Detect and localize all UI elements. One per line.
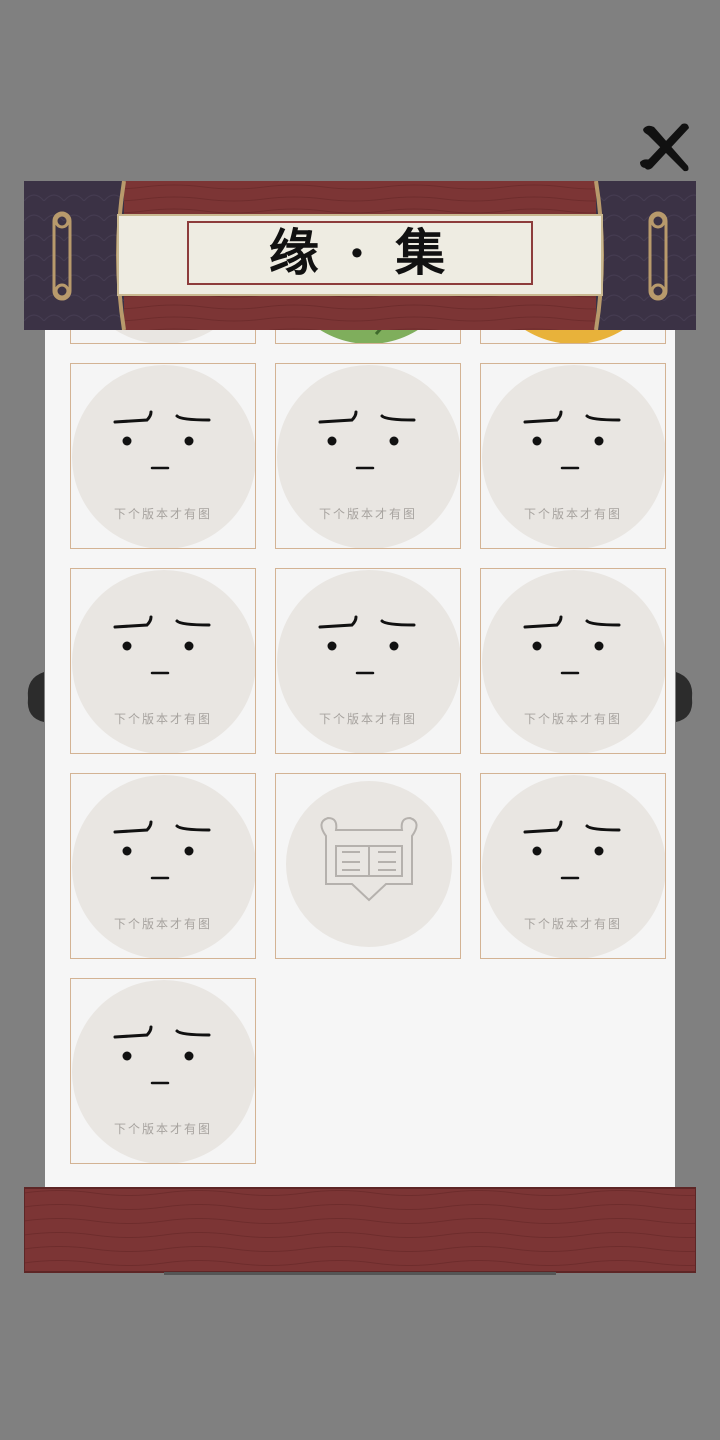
seal-stamp-icon xyxy=(286,781,452,947)
right-scroll-ornament xyxy=(676,672,693,722)
collection-card[interactable]: 下个版本才有图 xyxy=(70,773,256,959)
collection-paper: 下个版本才有图 下个版本才有图 下个版本才有图 下个版本才有图 下个版本才有图 下个版本才… xyxy=(45,316,675,1192)
card-watermark: 下个版本才有图 xyxy=(113,712,212,726)
card-watermark: 下个版本才有图 xyxy=(113,917,212,931)
scroll-footer xyxy=(23,1186,697,1276)
collection-card[interactable]: 下个版本才有图 xyxy=(480,363,666,549)
collection-card[interactable]: 下个版本才有图 xyxy=(480,773,666,959)
collection-card[interactable]: 下个版本才有图 xyxy=(70,568,256,754)
collection-card[interactable]: 下个版本才有图 xyxy=(70,978,256,1164)
card-watermark: 下个版本才有图 xyxy=(113,507,212,521)
close-brush-x-icon xyxy=(640,123,689,172)
collection-card[interactable]: 下个版本才有图 xyxy=(275,363,461,549)
collection-card[interactable]: 下个版本才有图 xyxy=(480,568,666,754)
collection-card[interactable] xyxy=(275,773,461,959)
card-watermark: 下个版本才有图 xyxy=(523,712,622,726)
page-title: 缘 · 集 xyxy=(268,223,452,282)
card-watermark: 下个版本才有图 xyxy=(318,712,417,726)
card-watermark: 下个版本才有图 xyxy=(523,507,622,521)
collection-card[interactable]: 下个版本才有图 xyxy=(70,363,256,549)
card-watermark: 下个版本才有图 xyxy=(523,917,622,931)
card-watermark: 下个版本才有图 xyxy=(318,507,417,521)
card-watermark: 下个版本才有图 xyxy=(113,1122,212,1136)
collection-card[interactable]: 下个版本才有图 xyxy=(275,568,461,754)
close-button[interactable] xyxy=(636,118,696,176)
left-scroll-ornament xyxy=(27,672,44,722)
